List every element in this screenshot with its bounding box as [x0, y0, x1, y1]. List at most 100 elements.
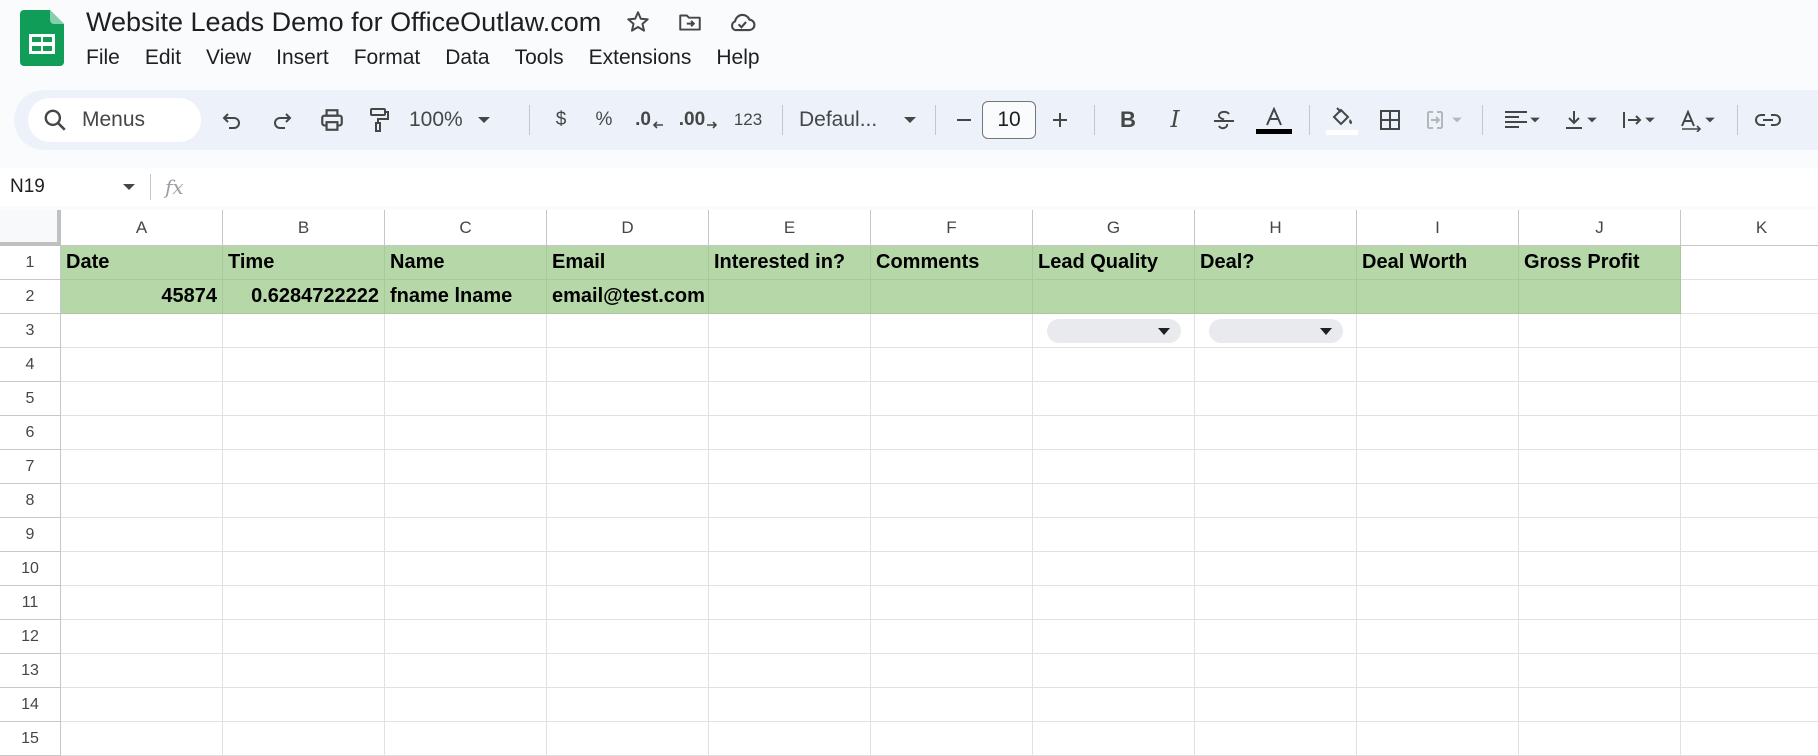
cell-i5[interactable] — [1357, 382, 1519, 416]
cell-e6[interactable] — [709, 416, 871, 450]
number-format-button[interactable]: 123 — [724, 98, 772, 142]
column-header-k[interactable]: K — [1681, 210, 1818, 246]
insert-link-button[interactable] — [1748, 98, 1788, 142]
cell-k10[interactable] — [1681, 552, 1818, 586]
cell-h9[interactable] — [1195, 518, 1357, 552]
cell-g14[interactable] — [1033, 688, 1195, 722]
cell-i6[interactable] — [1357, 416, 1519, 450]
cell-g2[interactable] — [1033, 280, 1195, 314]
cell-e4[interactable] — [709, 348, 871, 382]
increase-font-size-button[interactable] — [1036, 98, 1084, 142]
cell-f15[interactable] — [871, 722, 1033, 756]
cell-g10[interactable] — [1033, 552, 1195, 586]
text-wrapping-button[interactable] — [1609, 98, 1667, 142]
cell-g8[interactable] — [1033, 484, 1195, 518]
cell-h6[interactable] — [1195, 416, 1357, 450]
cell-f3[interactable] — [871, 314, 1033, 348]
cell-c13[interactable] — [385, 654, 547, 688]
bold-button[interactable]: B — [1105, 98, 1151, 142]
cell-g9[interactable] — [1033, 518, 1195, 552]
cell-d12[interactable] — [547, 620, 709, 654]
cell-k1[interactable] — [1681, 246, 1818, 280]
cell-c7[interactable] — [385, 450, 547, 484]
cell-d6[interactable] — [547, 416, 709, 450]
cell-a3[interactable] — [61, 314, 223, 348]
horizontal-align-button[interactable] — [1493, 98, 1551, 142]
cell-h8[interactable] — [1195, 484, 1357, 518]
cell-f4[interactable] — [871, 348, 1033, 382]
percent-format-button[interactable]: % — [582, 98, 626, 142]
row-header-8[interactable]: 8 — [0, 484, 61, 518]
cell-d7[interactable] — [547, 450, 709, 484]
cell-c12[interactable] — [385, 620, 547, 654]
cell-f6[interactable] — [871, 416, 1033, 450]
cell-b5[interactable] — [223, 382, 385, 416]
cell-c15[interactable] — [385, 722, 547, 756]
menu-extensions[interactable]: Extensions — [589, 46, 692, 70]
strikethrough-button[interactable] — [1199, 98, 1249, 142]
fill-color-button[interactable] — [1320, 98, 1364, 142]
cell-g15[interactable] — [1033, 722, 1195, 756]
cell-j9[interactable] — [1519, 518, 1681, 552]
cell-k7[interactable] — [1681, 450, 1818, 484]
cell-a14[interactable] — [61, 688, 223, 722]
row-header-5[interactable]: 5 — [0, 382, 61, 416]
cell-j5[interactable] — [1519, 382, 1681, 416]
cell-j14[interactable] — [1519, 688, 1681, 722]
cell-a15[interactable] — [61, 722, 223, 756]
undo-button[interactable] — [207, 98, 257, 142]
cell-h1[interactable]: Deal? — [1195, 246, 1357, 280]
cell-a4[interactable] — [61, 348, 223, 382]
cell-k6[interactable] — [1681, 416, 1818, 450]
menu-insert[interactable]: Insert — [276, 46, 329, 70]
font-size-input[interactable]: 10 — [982, 101, 1036, 139]
row-header-10[interactable]: 10 — [0, 552, 61, 586]
cell-h13[interactable] — [1195, 654, 1357, 688]
cell-c4[interactable] — [385, 348, 547, 382]
cell-e11[interactable] — [709, 586, 871, 620]
cell-j3[interactable] — [1519, 314, 1681, 348]
cell-a9[interactable] — [61, 518, 223, 552]
cell-e9[interactable] — [709, 518, 871, 552]
cell-c2[interactable]: fname lname — [385, 280, 547, 314]
cell-j15[interactable] — [1519, 722, 1681, 756]
column-header-g[interactable]: G — [1033, 210, 1195, 246]
cell-c10[interactable] — [385, 552, 547, 586]
cell-i2[interactable] — [1357, 280, 1519, 314]
cell-b3[interactable] — [223, 314, 385, 348]
increase-decimal-button[interactable]: .00 — [674, 98, 724, 142]
cell-f12[interactable] — [871, 620, 1033, 654]
column-header-f[interactable]: F — [871, 210, 1033, 246]
cell-j7[interactable] — [1519, 450, 1681, 484]
cell-h10[interactable] — [1195, 552, 1357, 586]
row-header-1[interactable]: 1 — [0, 246, 61, 280]
cell-f14[interactable] — [871, 688, 1033, 722]
cell-j11[interactable] — [1519, 586, 1681, 620]
cell-d13[interactable] — [547, 654, 709, 688]
decrease-decimal-button[interactable]: .0 — [626, 98, 674, 142]
cell-e15[interactable] — [709, 722, 871, 756]
cell-b11[interactable] — [223, 586, 385, 620]
cell-k3[interactable] — [1681, 314, 1818, 348]
cell-a5[interactable] — [61, 382, 223, 416]
cell-a13[interactable] — [61, 654, 223, 688]
cell-a12[interactable] — [61, 620, 223, 654]
cell-g1[interactable]: Lead Quality — [1033, 246, 1195, 280]
name-box[interactable]: N19 — [0, 176, 150, 198]
font-family-select[interactable]: Defaul... — [793, 98, 925, 142]
italic-button[interactable]: I — [1151, 98, 1199, 142]
star-icon[interactable] — [623, 7, 653, 37]
cell-f11[interactable] — [871, 586, 1033, 620]
cell-e3[interactable] — [709, 314, 871, 348]
cell-b13[interactable] — [223, 654, 385, 688]
cell-j1[interactable]: Gross Profit — [1519, 246, 1681, 280]
cell-j10[interactable] — [1519, 552, 1681, 586]
cell-b1[interactable]: Time — [223, 246, 385, 280]
row-header-13[interactable]: 13 — [0, 654, 61, 688]
cell-a1[interactable]: Date — [61, 246, 223, 280]
cell-i1[interactable]: Deal Worth — [1357, 246, 1519, 280]
document-title[interactable]: Website Leads Demo for OfficeOutlaw.com — [86, 7, 601, 38]
cell-e13[interactable] — [709, 654, 871, 688]
cell-f2[interactable] — [871, 280, 1033, 314]
cell-d5[interactable] — [547, 382, 709, 416]
